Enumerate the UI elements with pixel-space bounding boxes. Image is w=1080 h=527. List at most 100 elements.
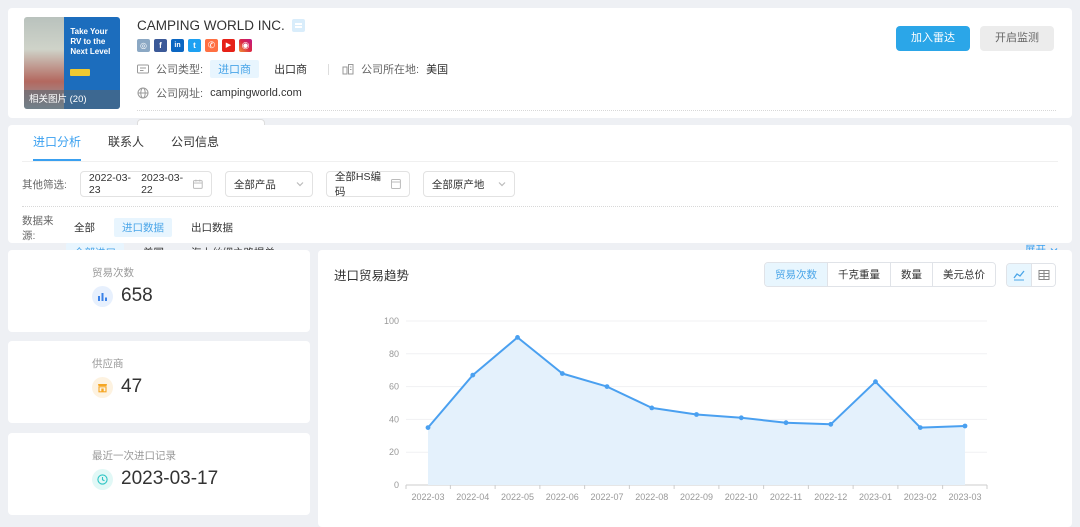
image-banner-button: [70, 69, 90, 76]
calendar-icon: [193, 179, 203, 189]
globe-icon: [137, 87, 149, 99]
stat-label: 最近一次进口记录: [92, 448, 310, 463]
metric-trade-count-button[interactable]: 贸易次数: [765, 263, 827, 286]
origin-select[interactable]: 全部原产地: [423, 171, 515, 197]
x-axis-label: 2023-01: [859, 492, 892, 502]
datasource-export-data[interactable]: 出口数据: [183, 218, 241, 237]
stat-value: 2023-03-17: [121, 468, 218, 490]
chart-point[interactable]: [963, 424, 968, 429]
stat-card-suppliers: 供应商 47: [8, 341, 310, 423]
metric-kg-weight-button[interactable]: 千克重量: [827, 263, 890, 286]
metric-button-group: 贸易次数 千克重量 数量 美元总价: [764, 262, 996, 287]
divider: [328, 64, 329, 75]
x-axis-label: 2022-10: [725, 492, 758, 502]
image-banner-title: Take Your RV to the Next Level: [70, 27, 115, 57]
origin-select-value: 全部原产地: [432, 177, 485, 192]
y-axis-label: 100: [384, 316, 399, 326]
tab-contacts[interactable]: 联系人: [108, 125, 144, 161]
trend-chart[interactable]: 0 20 40 60 80 100 2022-03 2022-04 2022-05 2022-06…: [334, 300, 1056, 508]
company-header-card: Take Your RV to the Next Level 相关图片 (20)…: [8, 8, 1072, 118]
y-axis-label: 60: [389, 382, 399, 392]
facebook-icon[interactable]: f: [154, 39, 167, 52]
y-axis-label: 80: [389, 349, 399, 359]
x-axis-label: 2022-08: [635, 492, 668, 502]
metric-quantity-button[interactable]: 数量: [890, 263, 932, 286]
location-value: 美国: [426, 61, 448, 77]
y-axis-label: 0: [394, 480, 399, 490]
view-toggle-group: [1006, 263, 1056, 287]
chart-title: 进口贸易趋势: [334, 265, 409, 284]
chart-point[interactable]: [649, 406, 654, 411]
chart-point[interactable]: [828, 422, 833, 427]
youtube-icon[interactable]: ▶: [222, 39, 235, 52]
chart-area: [428, 337, 965, 485]
company-type-label: 公司类型:: [156, 61, 203, 77]
shop-icon: [92, 377, 113, 398]
chart-point[interactable]: [426, 425, 431, 430]
chart-point[interactable]: [515, 335, 520, 340]
dotted-divider: [137, 110, 1056, 111]
table-icon: [1038, 269, 1050, 281]
window-icon: [391, 179, 401, 189]
website-label: 公司网址:: [156, 85, 203, 101]
website-value[interactable]: campingworld.com: [210, 87, 302, 99]
chart-point[interactable]: [605, 384, 610, 389]
line-chart-icon: [1013, 269, 1025, 281]
product-select[interactable]: 全部产品: [225, 171, 313, 197]
chart-point[interactable]: [560, 371, 565, 376]
x-axis-label: 2022-09: [680, 492, 713, 502]
join-radar-button[interactable]: 加入雷达: [896, 26, 970, 51]
date-end: 2023-03-22: [141, 172, 193, 196]
building-icon: [342, 63, 354, 75]
x-axis-label: 2022-05: [501, 492, 534, 502]
tab-import-analysis[interactable]: 进口分析: [33, 125, 81, 161]
import-trend-panel: 进口贸易趋势 贸易次数 千克重量 数量 美元总价 0 20 40 60 80 100 202…: [318, 250, 1072, 527]
start-monitoring-button[interactable]: 开启监测: [980, 26, 1054, 51]
chart-point[interactable]: [784, 420, 789, 425]
chart-point[interactable]: [470, 373, 475, 378]
table-view-button[interactable]: [1031, 264, 1055, 286]
company-name: CAMPING WORLD INC.: [137, 18, 285, 33]
metric-usd-total-button[interactable]: 美元总价: [932, 263, 995, 286]
tab-bar: 进口分析 联系人 公司信息: [22, 125, 1058, 162]
chart-point[interactable]: [918, 425, 923, 430]
clock-icon: [92, 469, 113, 490]
exporter-tag[interactable]: 出口商: [266, 60, 315, 78]
tab-company-info[interactable]: 公司信息: [171, 125, 219, 161]
chevron-down-icon: [498, 180, 506, 188]
company-image[interactable]: Take Your RV to the Next Level 相关图片 (20): [24, 17, 120, 109]
hs-code-select[interactable]: 全部HS编码: [326, 171, 410, 197]
date-range-picker[interactable]: 2022-03-23 2023-03-22: [80, 171, 212, 197]
x-axis-label: 2023-03: [948, 492, 981, 502]
x-axis-label: 2022-12: [814, 492, 847, 502]
importer-tag[interactable]: 进口商: [210, 60, 259, 78]
chevron-down-icon: [296, 180, 304, 188]
other-filters-label: 其他筛选:: [22, 177, 67, 192]
y-axis-label: 40: [389, 414, 399, 424]
datasource-import-data[interactable]: 进口数据: [114, 218, 172, 237]
website-icon[interactable]: ◎: [137, 39, 150, 52]
x-axis-label: 2022-03: [411, 492, 444, 502]
analysis-panel: 进口分析 联系人 公司信息 其他筛选: 2022-03-23 2023-03-2…: [8, 125, 1072, 243]
bar-chart-icon: [92, 286, 113, 307]
y-axis-label: 20: [389, 447, 399, 457]
id-card-icon: [137, 63, 149, 75]
location-label: 公司所在地:: [361, 61, 419, 77]
copy-icon[interactable]: [292, 19, 305, 32]
line-chart-view-button[interactable]: [1007, 264, 1031, 286]
linkedin-icon[interactable]: in: [171, 39, 184, 52]
chart-point[interactable]: [739, 415, 744, 420]
related-images-caption[interactable]: 相关图片 (20): [24, 90, 120, 109]
x-axis-label: 2023-02: [904, 492, 937, 502]
chart-point[interactable]: [694, 412, 699, 417]
x-axis-label: 2022-06: [546, 492, 579, 502]
twitter-icon[interactable]: t: [188, 39, 201, 52]
instagram-icon[interactable]: ◉: [239, 39, 252, 52]
stat-value: 658: [121, 285, 153, 307]
datasource-all[interactable]: 全部: [66, 218, 103, 237]
x-axis-label: 2022-04: [456, 492, 489, 502]
phone-icon[interactable]: ✆: [205, 39, 218, 52]
chart-point[interactable]: [873, 379, 878, 384]
stat-card-last-import: 最近一次进口记录 2023-03-17: [8, 433, 310, 515]
stat-card-trade-count: 贸易次数 658: [8, 250, 310, 332]
